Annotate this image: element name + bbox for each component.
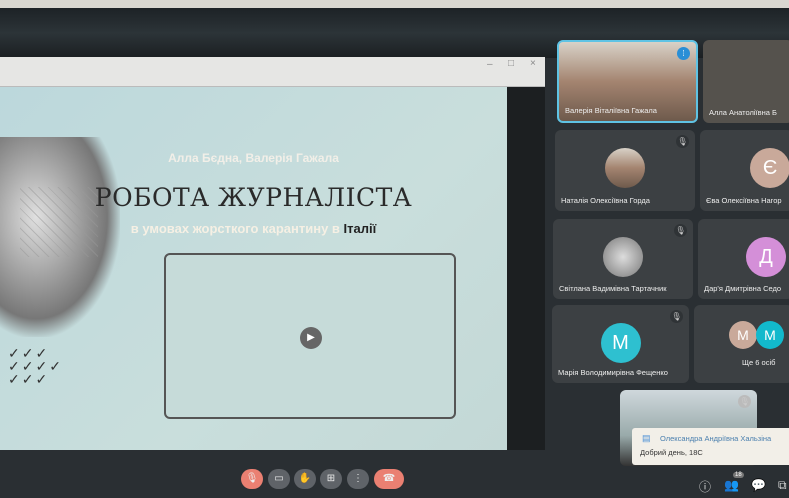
chat-icon: ▤: [642, 433, 651, 443]
camera-toggle-button[interactable]: ▭: [268, 469, 290, 489]
participant-tile[interactable]: Д Дар'я Дмитрівна Седо: [698, 219, 789, 299]
minimize-button[interactable]: –: [487, 59, 493, 70]
participant-name: Єва Олексіївна Нагор: [706, 196, 782, 205]
participant-tile[interactable]: Є Єва Олексіївна Нагор: [700, 130, 789, 211]
window-titlebar: – □ ×: [0, 57, 545, 87]
presentation-margin: [507, 87, 545, 450]
close-button[interactable]: ×: [530, 58, 536, 69]
avatar: Є: [750, 148, 789, 188]
participant-name: Марія Володимирівна Фещенко: [558, 368, 668, 377]
play-icon[interactable]: ▶: [300, 327, 322, 349]
raise-hand-button[interactable]: ✋: [294, 469, 316, 489]
info-icon[interactable]: ⓘ: [699, 478, 711, 495]
participant-name: Світлана Вадимівна Тартачник: [559, 284, 667, 293]
avatar: М: [600, 323, 641, 363]
avatar: М: [756, 321, 784, 349]
participant-tile[interactable]: 🎙 М Марія Володимирівна Фещенко: [552, 305, 689, 383]
maximize-button[interactable]: □: [508, 58, 514, 69]
present-button[interactable]: ⊞: [320, 469, 342, 489]
slide-subtitle: в умовах жорсткого карантину в Італії: [130, 221, 377, 236]
mic-off-icon: 🎙: [676, 135, 689, 148]
chat-icon[interactable]: 💬: [751, 478, 766, 492]
avatar: Д: [746, 237, 786, 277]
slide-authors: Алла Бєдна, Валерія Гажала: [168, 151, 339, 165]
avatar: [605, 148, 645, 188]
mic-off-icon: 🎙: [674, 224, 687, 237]
browser-toolbar: [0, 0, 789, 8]
participant-name: Алла Анатоліївна Б: [709, 108, 777, 117]
slide-title: РОБОТА ЖУРНАЛІСТА: [94, 183, 413, 212]
mic-toggle-button[interactable]: 🎙: [241, 469, 263, 489]
presentation-slide: ✓✓✓ ✓✓✓✓ ✓✓✓ Алла Бєдна, Валерія Гажала РО…: [0, 87, 507, 450]
embedded-video[interactable]: ▶: [164, 253, 456, 419]
decorative-checkmarks: ✓✓✓ ✓✓✓✓ ✓✓✓: [8, 345, 63, 387]
more-participants-tile[interactable]: М М Ще 6 осіб: [694, 305, 789, 383]
more-participants-label: Ще 6 осіб: [742, 358, 776, 367]
speaking-icon: ⁞: [677, 47, 690, 60]
activities-icon[interactable]: ⧉: [778, 478, 787, 493]
chat-message: Добрий день, 18С: [640, 448, 703, 457]
participant-tile[interactable]: Алла Анатоліївна Б: [703, 40, 789, 123]
participant-tile[interactable]: ⁞ Валерія Віталіївна Гажала: [557, 40, 698, 123]
participant-name: Наталія Олексіївна Горда: [561, 196, 650, 205]
mic-off-icon: 🎙: [738, 395, 751, 408]
avatar: [603, 237, 643, 277]
participant-name: Дар'я Дмитрівна Седо: [704, 284, 782, 293]
people-icon[interactable]: 👥: [724, 478, 739, 492]
people-count-badge: 18: [733, 472, 744, 478]
participant-name: Валерія Віталіївна Гажала: [565, 106, 657, 115]
chat-notification[interactable]: ▤ Олександра Андріївна Хальзіна Добрий д…: [632, 428, 789, 465]
participant-tile[interactable]: 🎙 Наталія Олексіївна Горда: [555, 130, 695, 211]
participant-tile[interactable]: 🎙 Світлана Вадимівна Тартачник: [553, 219, 693, 299]
avatar: М: [729, 321, 757, 349]
more-options-button[interactable]: ⋮: [347, 469, 369, 489]
end-call-button[interactable]: ☎: [374, 469, 404, 489]
chat-sender: Олександра Андріївна Хальзіна: [660, 434, 772, 443]
mic-off-icon: 🎙: [670, 310, 683, 323]
